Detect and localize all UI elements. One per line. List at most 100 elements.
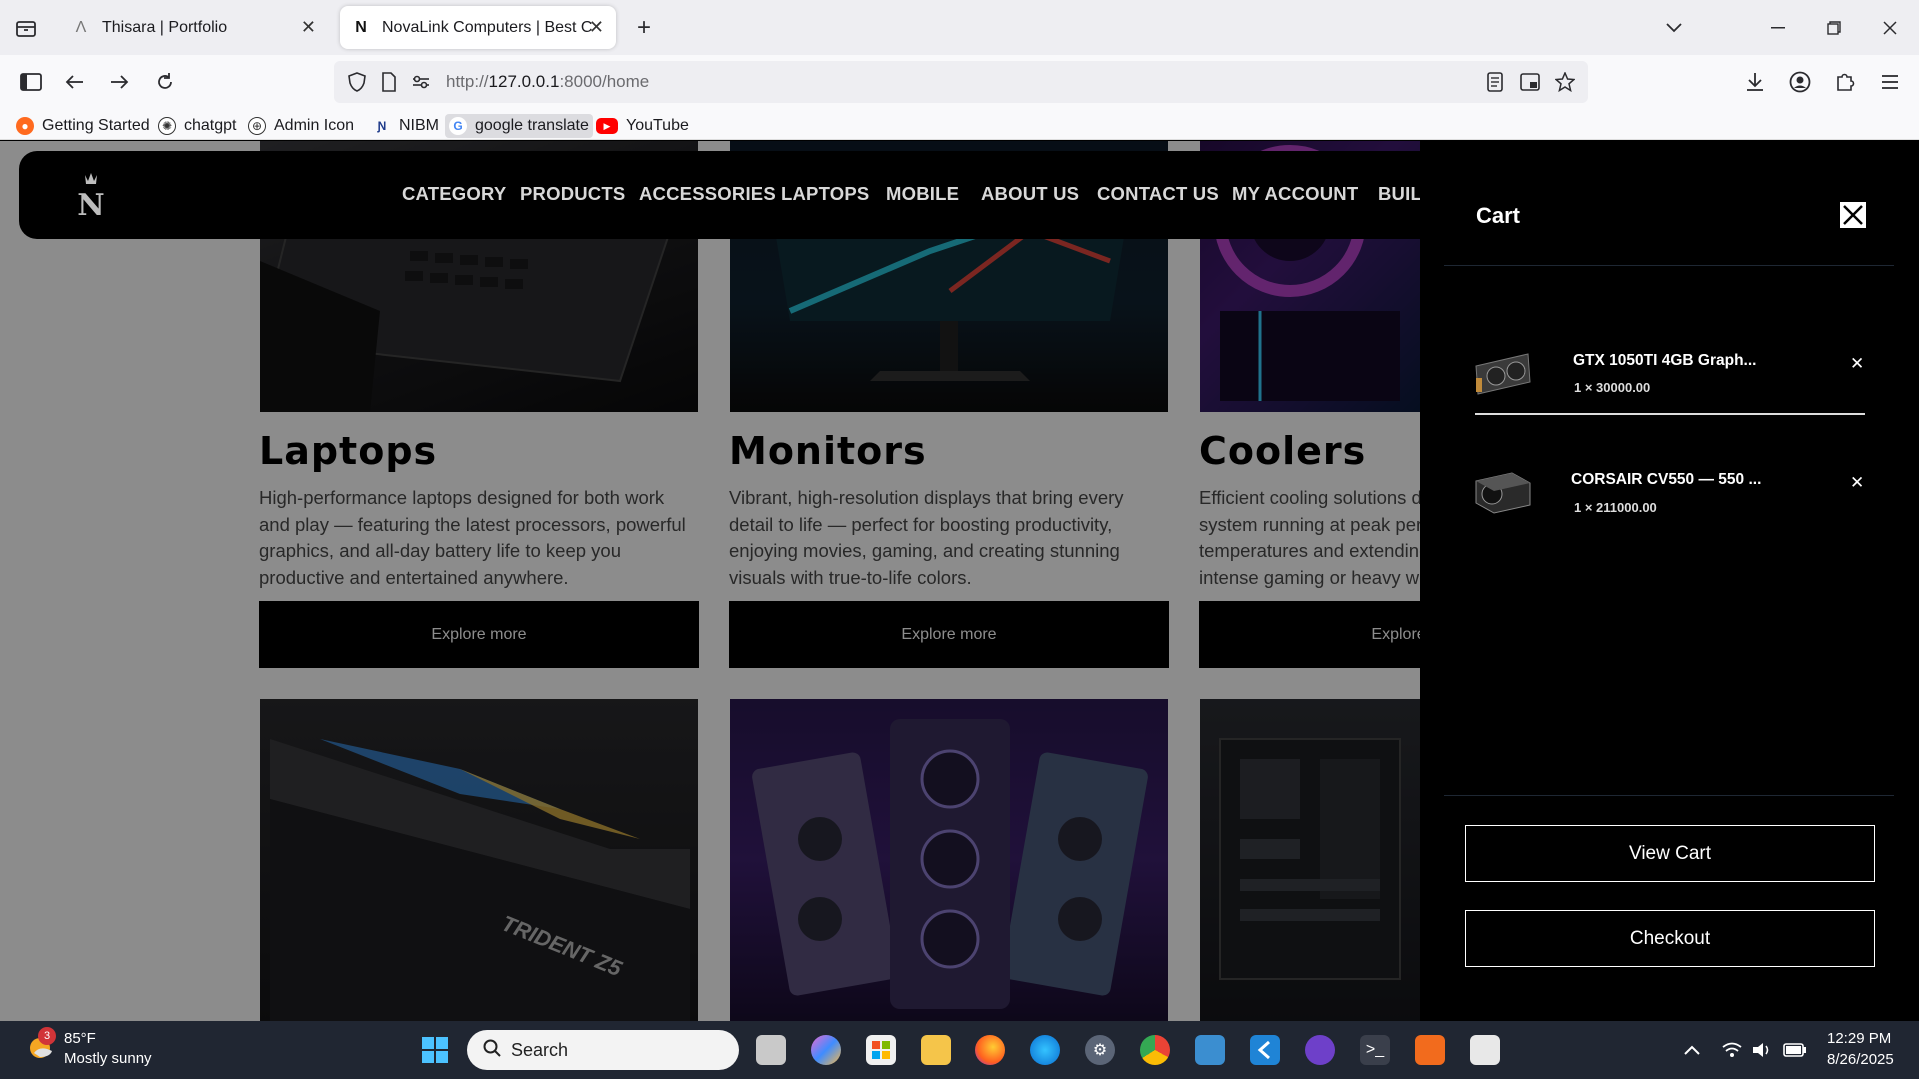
edge-icon[interactable]	[1030, 1035, 1060, 1065]
portfolio-favicon-icon: Ʌ	[75, 18, 87, 36]
cart-item-qty: 1 × 211000.00	[1574, 500, 1657, 515]
github-icon[interactable]	[1305, 1035, 1335, 1065]
weather-desc[interactable]: Mostly sunny	[64, 1050, 152, 1067]
close-tab-icon[interactable]: ✕	[301, 17, 316, 38]
search-icon	[483, 1039, 501, 1062]
cart-item-name[interactable]: CORSAIR CV550 — 550 ...	[1571, 471, 1761, 489]
taskbar: 3 85°F Mostly sunny Search ⚙ >_ 12:29 PM…	[0, 1021, 1919, 1079]
youtube-icon: ▶	[596, 118, 618, 134]
close-tab-icon[interactable]: ✕	[589, 17, 604, 38]
close-window-icon[interactable]	[1876, 14, 1904, 42]
file-explorer-icon[interactable]	[921, 1035, 951, 1065]
show-hidden-icons-icon[interactable]	[1680, 1035, 1704, 1065]
copilot-icon[interactable]	[811, 1035, 841, 1065]
downloads-icon[interactable]	[1740, 67, 1770, 97]
nav-products[interactable]: PRODUCTS	[520, 183, 625, 205]
address-bar[interactable]: http://127.0.0.1:8000/home	[334, 61, 1588, 103]
nav-contact-us[interactable]: CONTACT US	[1097, 183, 1219, 205]
cart-header-divider	[1444, 265, 1894, 266]
nav-accessories[interactable]: ACCESSORIES	[639, 183, 776, 205]
page-info-icon[interactable]	[376, 69, 402, 95]
bookmark-label: google translate	[475, 117, 589, 134]
clock-time[interactable]: 12:29 PM	[1827, 1030, 1891, 1047]
novalink-logo-icon[interactable]: N	[71, 171, 111, 223]
volume-icon[interactable]	[1750, 1035, 1774, 1065]
page-dim-overlay[interactable]	[0, 141, 1420, 1021]
search-placeholder: Search	[511, 1039, 569, 1060]
forward-icon[interactable]	[104, 67, 134, 97]
view-cart-button[interactable]: View Cart	[1465, 825, 1875, 882]
sidebar-toggle-icon[interactable]	[16, 67, 46, 97]
google-icon: G	[449, 117, 467, 135]
globe-icon: ⊕	[248, 117, 266, 135]
wifi-icon[interactable]	[1720, 1035, 1744, 1065]
clock-date[interactable]: 8/26/2025	[1827, 1051, 1894, 1068]
cart-item-name[interactable]: GTX 1050TI 4GB Graph...	[1573, 352, 1756, 370]
minimize-icon[interactable]	[1764, 14, 1792, 42]
tab-novalink[interactable]: N NovaLink Computers | Best Com ✕	[340, 6, 616, 49]
menu-icon[interactable]	[1875, 67, 1905, 97]
nibm-icon: Ɲ	[377, 119, 387, 133]
terminal-icon[interactable]: >_	[1360, 1035, 1390, 1065]
extensions-icon[interactable]	[1830, 67, 1860, 97]
bookmark-star-icon[interactable]	[1552, 69, 1578, 95]
start-icon[interactable]	[420, 1035, 450, 1065]
reload-icon[interactable]	[150, 67, 180, 97]
bookmark-label: Admin Icon	[274, 117, 355, 134]
graphics-card-image	[1472, 348, 1534, 398]
shield-icon[interactable]	[344, 69, 370, 95]
browser-tab-bar: Ʌ Thisara | Portfolio ✕ N NovaLink Compu…	[0, 0, 1919, 55]
back-icon[interactable]	[60, 67, 90, 97]
site-header: N CATEGORY PRODUCTS ACCESSORIES LAPTOPS …	[19, 151, 1459, 239]
bookmark-nibm[interactable]: Ɲ NIBM	[369, 114, 443, 138]
settings-icon[interactable]: ⚙	[1085, 1035, 1115, 1065]
bookmark-label: Getting Started	[42, 117, 150, 134]
account-icon[interactable]	[1785, 67, 1815, 97]
close-cart-icon[interactable]	[1840, 202, 1866, 228]
remove-item-icon[interactable]: ✕	[1850, 473, 1864, 493]
bookmarks-bar: ● Getting Started ✺ chatgpt ⊕ Admin Icon…	[0, 110, 1919, 140]
tab-title: NovaLink Computers | Best Com	[382, 18, 592, 36]
chrome-icon[interactable]	[1140, 1035, 1170, 1065]
cart-panel: Cart GTX 1050TI 4GB Graph... 1 × 30000.0…	[1420, 141, 1919, 1021]
picture-in-picture-icon[interactable]	[1517, 69, 1543, 95]
novalink-favicon-icon: N	[355, 18, 367, 36]
photos-icon[interactable]	[1195, 1035, 1225, 1065]
permissions-icon[interactable]	[408, 69, 434, 95]
remove-item-icon[interactable]: ✕	[1850, 354, 1864, 374]
firefox-icon: ●	[16, 117, 34, 135]
tab-portfolio[interactable]: Ʌ Thisara | Portfolio ✕	[56, 0, 330, 55]
cart-item-qty: 1 × 30000.00	[1574, 380, 1651, 395]
chatgpt-icon: ✺	[158, 117, 176, 135]
store-icon[interactable]	[866, 1035, 896, 1065]
url-text[interactable]: http://127.0.0.1:8000/home	[446, 72, 649, 92]
battery-icon[interactable]	[1782, 1035, 1808, 1065]
restore-icon[interactable]	[1820, 14, 1848, 42]
nav-my-account[interactable]: MY ACCOUNT	[1232, 183, 1358, 205]
taskbar-search-input[interactable]: Search	[467, 1030, 739, 1070]
new-tab-icon[interactable]: +	[630, 14, 658, 42]
nav-about-us[interactable]: ABOUT US	[981, 183, 1079, 205]
tab-overview-icon[interactable]	[12, 14, 40, 42]
bookmark-google-translate[interactable]: G google translate	[445, 114, 593, 138]
nav-mobile[interactable]: MOBILE	[886, 183, 959, 205]
xampp-icon[interactable]	[1415, 1035, 1445, 1065]
reader-view-icon[interactable]	[1482, 69, 1508, 95]
snipping-tool-icon[interactable]	[1470, 1035, 1500, 1065]
bookmark-label: NIBM	[399, 117, 439, 134]
svg-text:N: N	[77, 188, 104, 219]
list-tabs-icon[interactable]	[1660, 14, 1688, 42]
bookmark-admin-icon[interactable]: ⊕ Admin Icon	[244, 114, 358, 138]
cart-footer-divider	[1444, 795, 1894, 796]
weather-temp[interactable]: 85°F	[64, 1030, 96, 1047]
nav-laptops[interactable]: LAPTOPS	[781, 183, 869, 205]
firefox-taskbar-icon[interactable]	[975, 1035, 1005, 1065]
task-view-icon[interactable]	[756, 1035, 786, 1065]
vscode-icon[interactable]	[1250, 1035, 1280, 1065]
checkout-button[interactable]: Checkout	[1465, 910, 1875, 967]
page-content: Laptops High-performance laptops designe…	[0, 141, 1919, 1021]
nav-category[interactable]: CATEGORY	[402, 183, 506, 205]
bookmark-youtube[interactable]: ▶ YouTube	[592, 114, 693, 138]
bookmark-getting-started[interactable]: ● Getting Started	[12, 114, 154, 138]
bookmark-chatgpt[interactable]: ✺ chatgpt	[154, 114, 240, 138]
